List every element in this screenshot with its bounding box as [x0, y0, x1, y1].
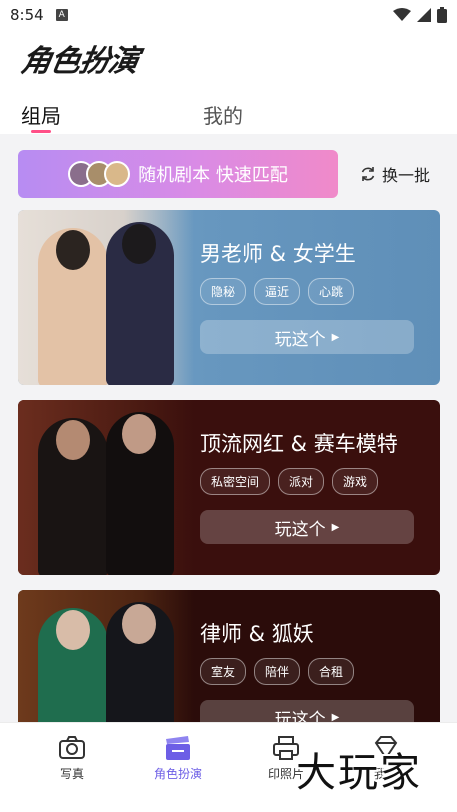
card-title: 顶流网红 & 赛车模特 — [200, 432, 398, 456]
notification-icon: A — [55, 9, 68, 21]
card-tag: 心跳 — [308, 278, 355, 305]
card-tag: 私密空间 — [200, 468, 271, 495]
card-tags: 室友 陪伴 合租 — [200, 658, 355, 685]
avatar-stack — [68, 161, 131, 187]
tab-mine[interactable]: 我的 — [203, 100, 243, 129]
status-icons — [393, 7, 447, 23]
card-image — [18, 400, 194, 575]
card-tag: 游戏 — [332, 468, 379, 495]
tab-group[interactable]: 组局 — [21, 100, 61, 129]
tab-indicator — [31, 130, 51, 133]
match-row: 随机剧本 快速匹配 换一批 — [0, 134, 457, 210]
card-title: 律师 & 狐妖 — [200, 622, 314, 646]
watermark: 大玩家 — [296, 750, 422, 796]
card-tags: 隐秘 逼近 心跳 — [200, 278, 355, 305]
random-match-label: 随机剧本 快速匹配 — [138, 165, 288, 186]
play-button[interactable]: 玩这个 ▶ — [200, 320, 414, 354]
play-arrow-icon: ▶ — [331, 711, 340, 723]
play-label: 玩这个 — [274, 329, 326, 350]
avatar — [104, 161, 131, 187]
status-bar: 8:54 A — [0, 0, 457, 30]
refresh-label: 换一批 — [382, 166, 431, 185]
card-tag: 合租 — [308, 658, 355, 685]
card-title: 男老师 & 女学生 — [200, 242, 356, 266]
script-card[interactable]: 男老师 & 女学生 隐秘 逼近 心跳 玩这个 ▶ — [18, 210, 440, 385]
tab-bar: 组局 我的 — [0, 100, 457, 134]
battery-icon — [437, 7, 447, 23]
status-time: 8:54 — [10, 6, 44, 24]
random-match-button[interactable]: 随机剧本 快速匹配 — [18, 150, 338, 198]
nav-label: 写真 — [59, 767, 84, 781]
clapperboard-icon — [166, 736, 190, 760]
play-label: 玩这个 — [274, 519, 326, 540]
wifi-icon — [393, 8, 411, 21]
card-tags: 私密空间 派对 游戏 — [200, 468, 379, 495]
play-arrow-icon: ▶ — [331, 521, 340, 533]
nav-roleplay[interactable]: 角色扮演 — [128, 735, 228, 782]
refresh-icon — [361, 167, 375, 181]
nav-label: 角色扮演 — [153, 767, 202, 781]
play-arrow-icon: ▶ — [331, 331, 340, 343]
refresh-button[interactable]: 换一批 — [360, 162, 430, 186]
card-image — [18, 210, 194, 385]
card-tag: 隐秘 — [200, 278, 247, 305]
signal-icon — [417, 8, 431, 22]
card-tag: 室友 — [200, 658, 247, 685]
app-header: 角色扮演 组局 我的 — [0, 30, 457, 134]
nav-photo[interactable]: 写真 — [22, 735, 122, 782]
script-card[interactable]: 顶流网红 & 赛车模特 私密空间 派对 游戏 玩这个 ▶ — [18, 400, 440, 575]
card-tag: 逼近 — [254, 278, 301, 305]
card-tag: 陪伴 — [254, 658, 301, 685]
play-button[interactable]: 玩这个 ▶ — [200, 510, 414, 544]
card-tag: 派对 — [278, 468, 325, 495]
app-logo: 角色扮演 — [18, 44, 141, 79]
camera-icon — [59, 736, 85, 759]
